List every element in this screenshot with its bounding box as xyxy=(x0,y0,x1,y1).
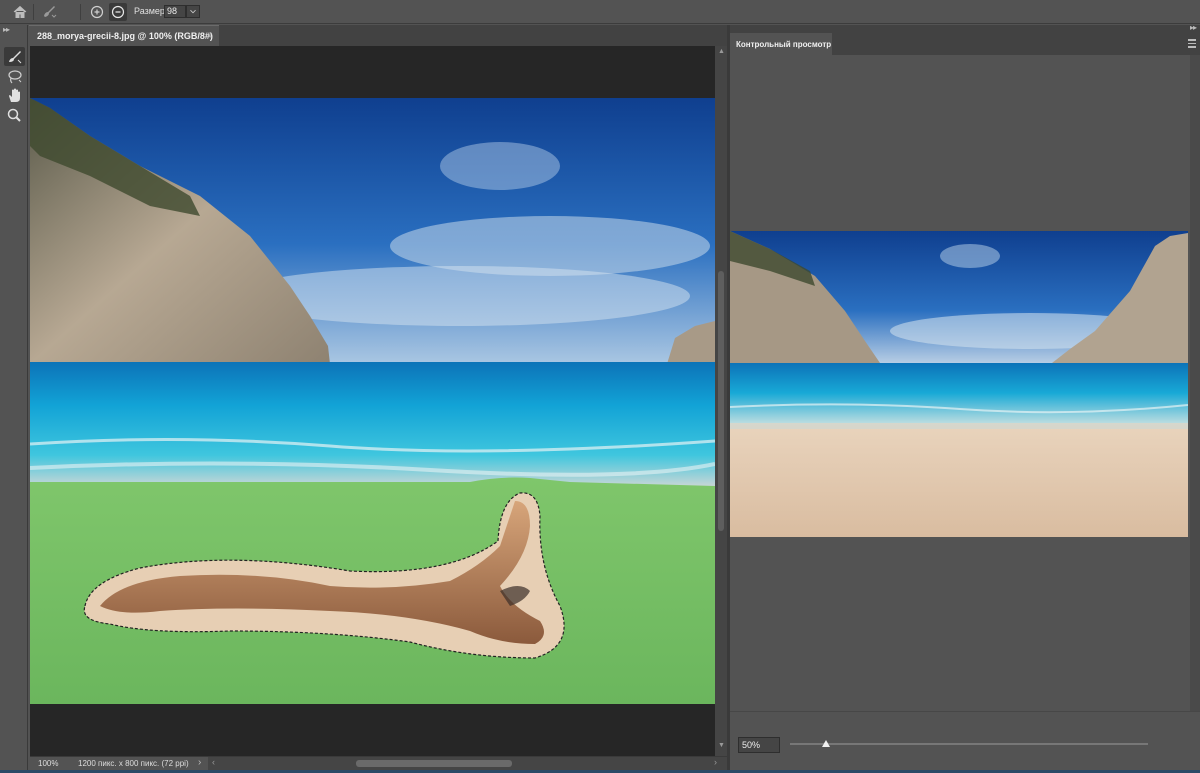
separator xyxy=(33,4,34,20)
home-icon[interactable] xyxy=(11,3,29,21)
scroll-left-arrow-icon[interactable]: ‹ xyxy=(212,757,215,767)
preview-zoom-slider-handle[interactable] xyxy=(821,740,830,747)
canvas-image[interactable] xyxy=(30,46,715,756)
tools-panel: ▸▸ xyxy=(0,25,28,773)
preview-image-graphic xyxy=(730,231,1188,537)
size-dropdown-chevron-icon[interactable] xyxy=(186,5,200,18)
close-icon[interactable]: × xyxy=(207,31,212,41)
preview-zoom-slider-track[interactable] xyxy=(790,743,1148,745)
document-horizontal-scrollbar[interactable]: ‹ › xyxy=(208,757,727,771)
app-window: Размер: 98 ▸▸ 288_morya-grecii-8.jpg @ 1… xyxy=(0,0,1200,773)
status-document-size: 1200 пикс. x 800 пикс. (72 ppi) xyxy=(78,759,189,768)
subtract-zoom-icon[interactable] xyxy=(109,3,127,21)
preview-image[interactable] xyxy=(730,231,1188,537)
lasso-tool-icon[interactable] xyxy=(4,67,25,86)
separator xyxy=(80,4,81,20)
preview-panel-title: Контрольный просмотр xyxy=(736,40,832,49)
scroll-right-arrow-icon[interactable]: › xyxy=(714,757,717,767)
document-status-bar: 100% 1200 пикс. x 800 пикс. (72 ppi) › ‹… xyxy=(30,756,727,771)
options-bar: Размер: 98 xyxy=(0,0,1200,24)
panel-dock-header: ▸▸ xyxy=(730,23,1200,33)
scroll-down-arrow-icon[interactable]: ▼ xyxy=(718,742,725,749)
preview-panel-scrollbar[interactable] xyxy=(1190,55,1200,711)
status-menu-chevron-icon[interactable]: › xyxy=(198,757,201,768)
preview-panel-tab-bar: Контрольный просмотр xyxy=(730,33,1200,55)
hand-tool-icon[interactable] xyxy=(4,86,25,105)
preview-zoom-input[interactable]: 50% xyxy=(738,737,780,753)
document-vertical-scrollbar[interactable]: ▲ ▼ xyxy=(715,46,727,756)
document-tab-title: 288_morya-grecii-8.jpg @ 100% (RGB/8#) xyxy=(37,31,213,41)
horizontal-scroll-thumb[interactable] xyxy=(356,760,512,767)
size-input[interactable]: 98 xyxy=(164,5,186,18)
brush-tool-icon[interactable] xyxy=(4,47,25,66)
scroll-up-arrow-icon[interactable]: ▲ xyxy=(718,48,725,55)
document-tab-bar: 288_morya-grecii-8.jpg @ 100% (RGB/8#) × xyxy=(29,25,727,46)
add-zoom-icon[interactable] xyxy=(88,3,106,21)
panel-collapse-chevron-icon[interactable]: ▸▸ xyxy=(1190,23,1197,32)
zoom-tool-icon[interactable] xyxy=(4,106,25,125)
preview-panel-footer: 50% xyxy=(730,711,1200,770)
size-label: Размер: xyxy=(134,6,168,16)
preview-panel-tab[interactable]: Контрольный просмотр xyxy=(730,33,832,55)
panel-menu-icon[interactable] xyxy=(1188,39,1197,49)
document-canvas[interactable] xyxy=(30,46,715,756)
status-zoom-value[interactable]: 100% xyxy=(38,759,58,768)
document-tab[interactable]: 288_morya-grecii-8.jpg @ 100% (RGB/8#) × xyxy=(29,25,219,46)
collapse-chevron-icon[interactable]: ▸▸ xyxy=(3,25,10,34)
vertical-scroll-thumb[interactable] xyxy=(718,271,724,531)
tool-preset-icon[interactable] xyxy=(40,3,58,21)
